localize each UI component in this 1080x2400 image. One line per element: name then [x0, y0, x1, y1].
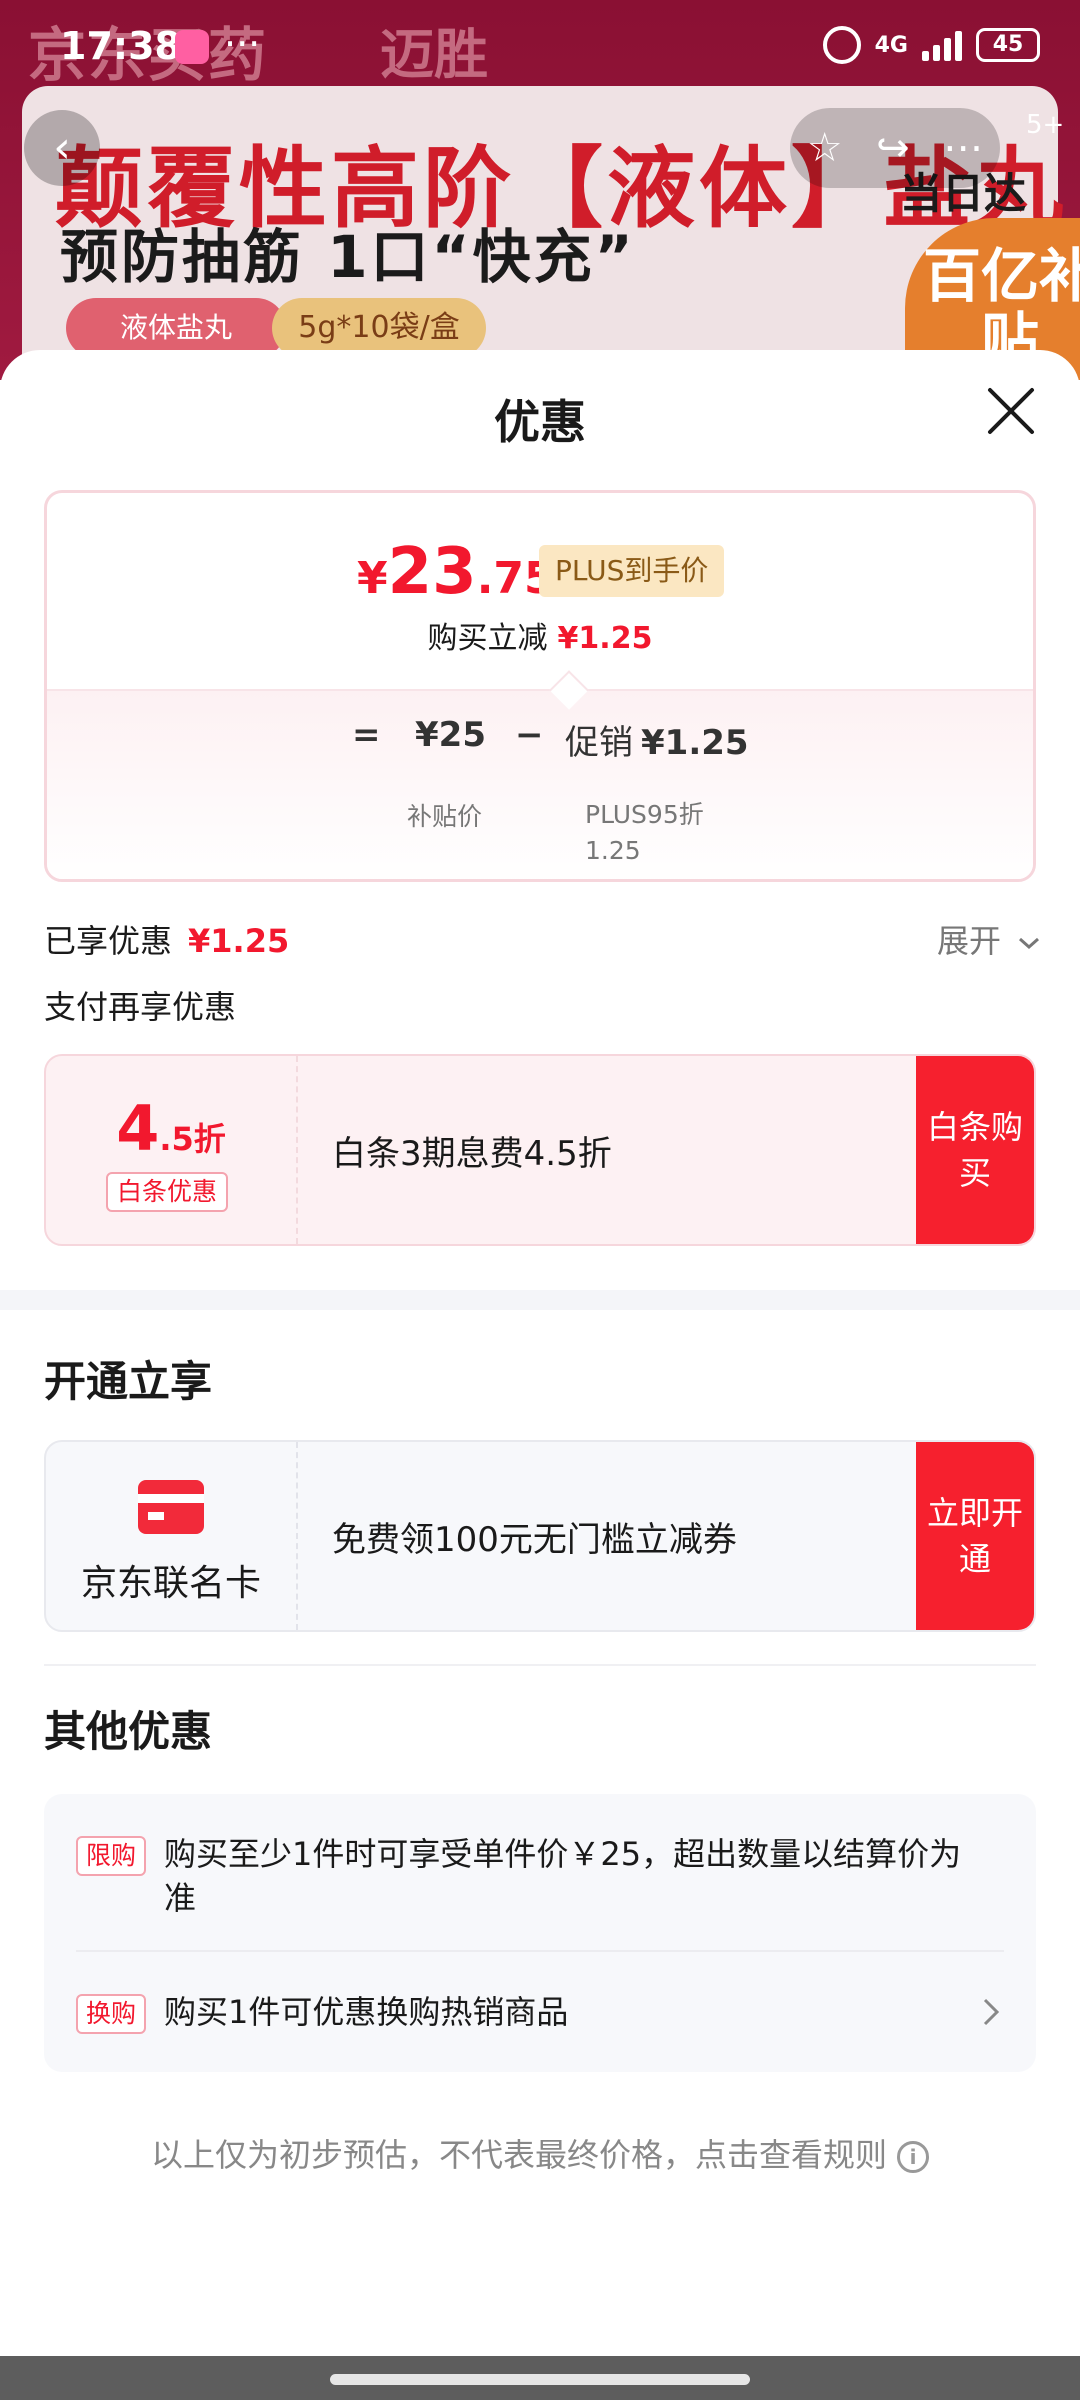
plus-price-tag: PLUS到手价 [539, 545, 725, 597]
signal-icon [922, 29, 962, 61]
open-section-title: 开通立享 [44, 1357, 213, 1406]
jd-card-name: 京东联名卡 [80, 1563, 261, 1604]
battery-icon: 45 [976, 28, 1040, 62]
subsidy-caption: 补贴价 [407, 802, 483, 831]
expand-label: 展开 [937, 922, 1002, 960]
price-breakdown-card: ¥23.75 PLUS到手价 购买立减 ¥1.25 = ¥25 − 促销 ¥1.25… [44, 490, 1036, 882]
chevron-right-icon [983, 1998, 1000, 2026]
price-disclaimer[interactable]: 以上仅为初步预估，不代表最终价格，点击查看规则 i [0, 2130, 1080, 2176]
equals-sign: = [352, 715, 381, 755]
open-now-button[interactable]: 立即开通 [916, 1442, 1034, 1630]
banner-subline: 预防抽筋 1口“快充” [60, 223, 636, 291]
instant-reduce-label: 购买立减 [427, 621, 548, 656]
disclaimer-text: 以上仅为初步预估，不代表最终价格，点击查看规则 [150, 2136, 887, 2174]
sync-icon [822, 26, 861, 64]
message-count-badge: 5+ [1026, 110, 1065, 140]
app-notification-icon [175, 30, 209, 64]
enjoyed-label: 已享优惠 [44, 922, 173, 960]
promo-caption: PLUS95折 1.25 [585, 800, 704, 865]
offer-text: 购买1件可优惠换购热销商品 [164, 1993, 569, 2031]
divider [76, 1950, 1004, 1952]
banner-pill-spec: 5g*10袋/盒 [272, 298, 486, 358]
baitiao-offer-card[interactable]: 4.5折 白条优惠 白条3期息费4.5折 白条购买 [44, 1054, 1036, 1246]
jd-card-offer[interactable]: 京东联名卡 免费领100元无门槛立减券 立即开通 [44, 1440, 1036, 1632]
banner-pill-liquid: 液体盐丸 [66, 298, 286, 358]
nav-actions: ☆ ↪ ⋯ [790, 108, 1000, 188]
offer-tag: 限购 [76, 1836, 147, 1876]
price-integer: 23 [387, 535, 477, 609]
network-type: 4G [874, 32, 908, 58]
instant-reduce-value: ¥1.25 [557, 621, 653, 656]
promo-value: ¥1.25 [641, 723, 749, 763]
close-icon[interactable] [980, 380, 1042, 442]
status-bar: 17:38 ··· 4G 45 [0, 0, 1080, 100]
currency-symbol: ¥ [357, 553, 388, 604]
minus-sign: − [515, 715, 544, 755]
status-time: 17:38 [60, 24, 181, 68]
other-section-title: 其他优惠 [44, 1707, 213, 1756]
enjoyed-value: ¥1.25 [188, 922, 290, 960]
promo-label: 促销 [565, 723, 633, 763]
pay-more-title: 支付再享优惠 [44, 988, 237, 1026]
offer-tag: 换购 [76, 1994, 147, 2034]
back-button[interactable]: ‹ [24, 110, 100, 186]
home-indicator[interactable] [330, 2374, 750, 2385]
favorite-icon[interactable]: ☆ [807, 125, 843, 171]
jd-card-description: 免费领100元无门槛立减券 [332, 1520, 737, 1560]
instant-reduce: 购买立减 ¥1.25 [47, 613, 1033, 657]
offer-text: 购买至少1件时可享受单件价￥25，超出数量以结算价为准 [164, 1835, 962, 1917]
sheet-title: 优惠 [494, 395, 586, 449]
more-icon[interactable]: ⋯ [943, 125, 983, 171]
expand-button[interactable]: 展开 [937, 916, 1041, 962]
exchange-purchase-offer[interactable]: 换购 购买1件可优惠换购热销商品 [76, 1990, 1006, 2038]
subsidy-price: ¥25 [415, 715, 486, 755]
baitiao-rate-small: .5折 [159, 1120, 226, 1158]
baitiao-rate-area: 4.5折 白条优惠 [46, 1056, 298, 1244]
discount-sheet: 优惠 ¥23.75 PLUS到手价 购买立减 ¥1.25 = ¥25 − 促销 ¥1… [0, 350, 1080, 2400]
baitiao-description: 白条3期息费4.5折 [332, 1134, 612, 1174]
plus-final-price: ¥23.75 [357, 535, 555, 609]
share-icon[interactable]: ↪ [876, 125, 910, 171]
promo-amount: 促销 ¥1.25 [565, 715, 749, 764]
baitiao-rate: 4.5折 [46, 1092, 296, 1165]
baitiao-rate-big: 4 [116, 1092, 160, 1165]
credit-card-icon [138, 1480, 204, 1534]
other-offers-box: 限购 购买至少1件时可享受单件价￥25，超出数量以结算价为准 换购 购买1件可优… [44, 1794, 1036, 2072]
divider [44, 1664, 1036, 1666]
enjoyed-discount: 已享优惠 ¥1.25 [44, 916, 289, 962]
more-notifications-icon: ··· [224, 22, 261, 66]
baitiao-tag: 白条优惠 [106, 1172, 229, 1212]
baitiao-buy-button[interactable]: 白条购买 [916, 1056, 1034, 1244]
chevron-down-icon [1019, 937, 1040, 950]
jd-card-area: 京东联名卡 [46, 1442, 298, 1630]
section-divider [0, 1290, 1080, 1310]
info-icon: i [897, 2141, 929, 2173]
